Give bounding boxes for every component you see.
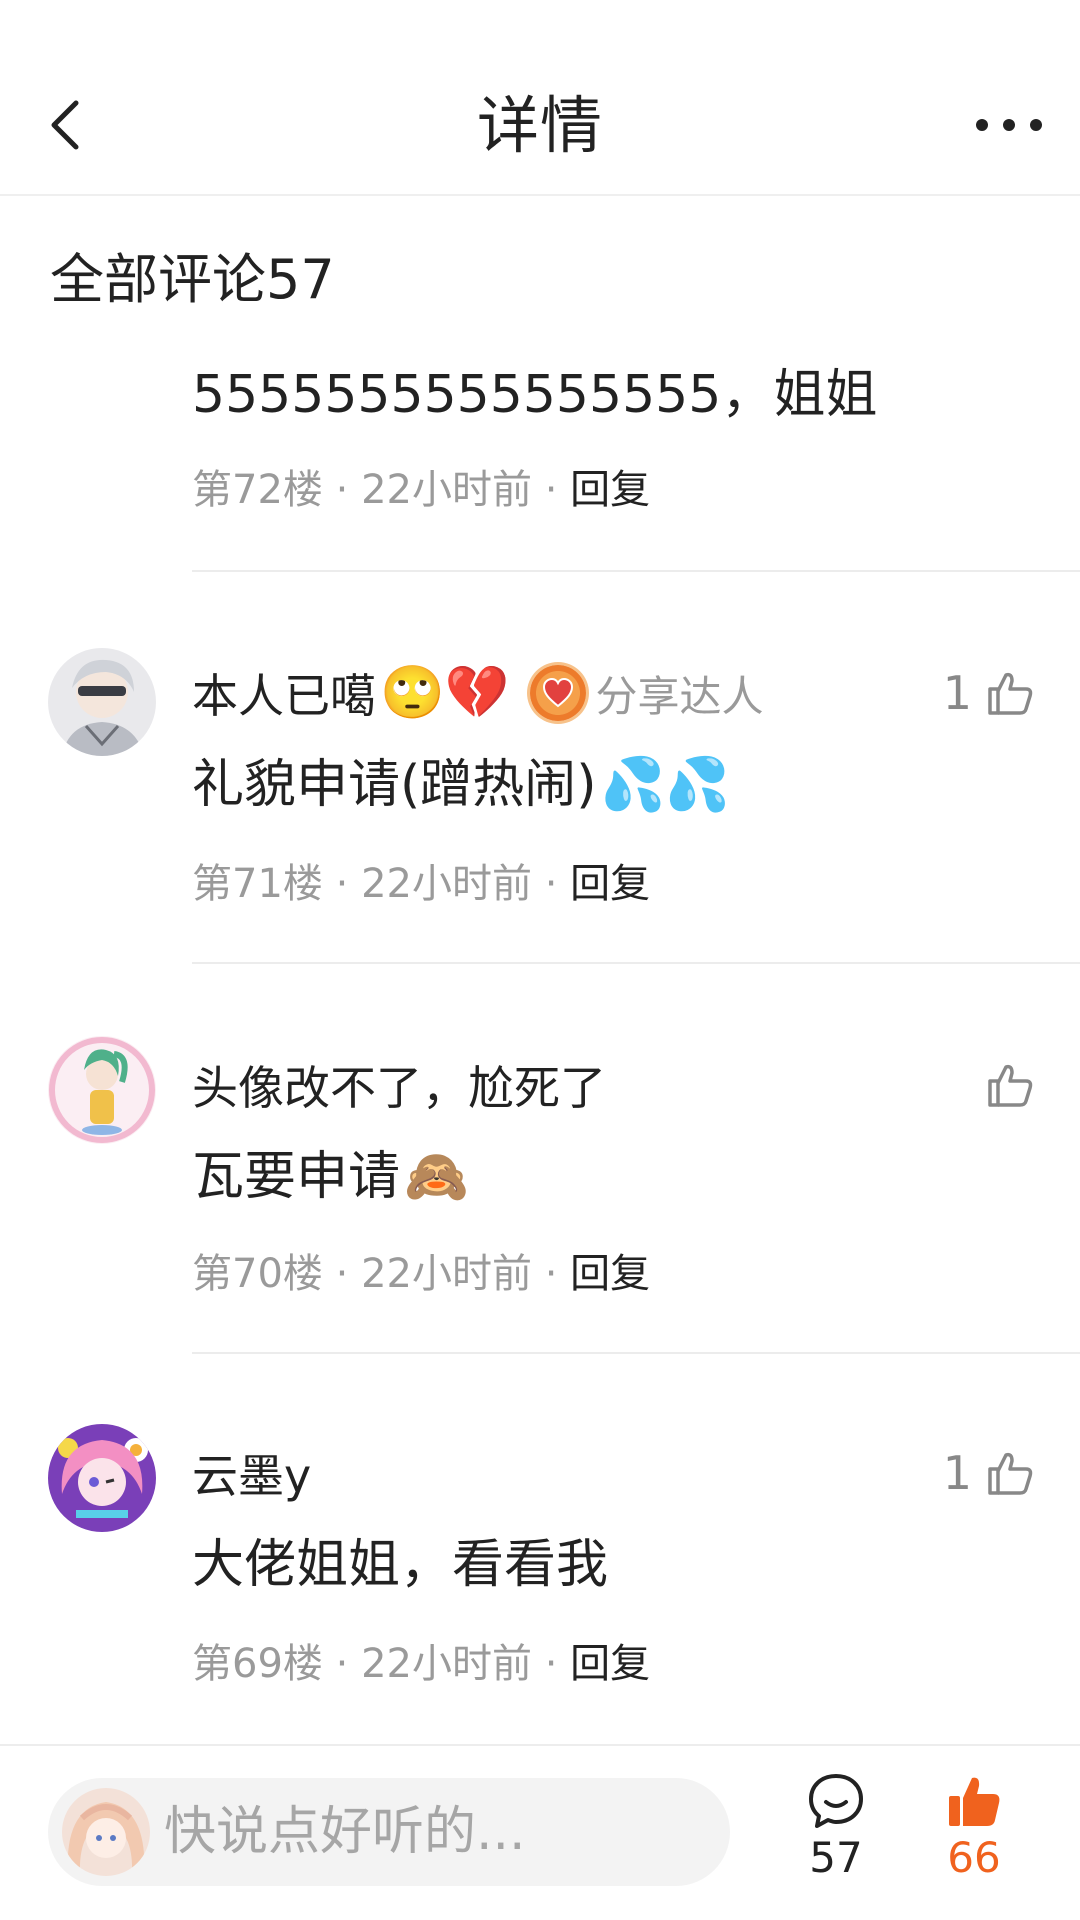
- comment-input[interactable]: 快说点好听的...: [48, 1778, 730, 1886]
- floor-label: 第71楼: [192, 861, 323, 907]
- divider: [192, 570, 1080, 572]
- floor-label: 第69楼: [192, 1641, 323, 1687]
- avatar-image: [62, 1788, 150, 1876]
- avatar-image: [48, 1036, 156, 1144]
- time-label: 22小时前: [361, 861, 532, 907]
- username[interactable]: 云墨y: [192, 1440, 311, 1506]
- comment-meta: 第72楼 · 22小时前 · 回复: [192, 467, 651, 513]
- thumbs-up-outline-icon: [988, 1064, 1033, 1107]
- heart-badge-icon: [529, 665, 586, 721]
- more-dots-icon: [976, 119, 988, 131]
- divider: [192, 962, 1080, 964]
- comment-meta: 第70楼 · 22小时前 · 回复: [192, 1251, 651, 1297]
- thumbs-up-outline-icon: [988, 672, 1033, 715]
- badge-label: 分享达人: [595, 671, 764, 721]
- username-row: 本人已噶 🙄💔 分享达人: [192, 662, 764, 724]
- thumbs-up-outline-icon: [988, 1452, 1033, 1495]
- comment-like-button[interactable]: 1: [943, 1442, 1034, 1504]
- comment-text-row: 瓦要申请🙈: [192, 1144, 469, 1210]
- like-count: 66: [947, 1833, 1001, 1882]
- bottom-action-bar: 快说点好听的... 57 66: [0, 1744, 1080, 1920]
- reply-button[interactable]: 回复: [570, 861, 650, 907]
- avatar[interactable]: [48, 1036, 156, 1144]
- comment-text: 大佬姐姐，看看我: [192, 1535, 609, 1595]
- username[interactable]: 头像改不了，尬死了: [192, 1052, 606, 1118]
- comment-emoji: 🙈: [404, 1147, 469, 1207]
- comment-text: 礼貌申请(蹭热闹): [192, 755, 597, 815]
- top-nav-bar: 详情: [0, 0, 1080, 196]
- like-count-button[interactable]: 66: [914, 1772, 1034, 1882]
- avatar-image: [48, 1424, 156, 1532]
- comment-meta: 第69楼 · 22小时前 · 回复: [192, 1641, 651, 1687]
- divider: [192, 1352, 1080, 1354]
- like-count: 1: [942, 666, 972, 720]
- user-badge[interactable]: 分享达人: [529, 663, 764, 724]
- floor-label: 第72楼: [192, 467, 323, 513]
- my-avatar: [62, 1788, 150, 1876]
- username[interactable]: 本人已噶: [192, 660, 376, 726]
- more-button[interactable]: [976, 110, 1042, 140]
- comment-text: 瓦要申请: [192, 1147, 401, 1207]
- comment-emoji: 💦💦: [600, 755, 731, 815]
- comment-text-row: 礼貌申请(蹭热闹)💦💦: [192, 752, 730, 818]
- reply-button[interactable]: 回复: [570, 467, 650, 513]
- avatar-image: [48, 648, 156, 756]
- username-emoji: 🙄💔: [380, 663, 510, 723]
- comment-like-button[interactable]: [972, 1054, 1034, 1116]
- page-title: 详情: [476, 89, 603, 162]
- comment-input-placeholder: 快说点好听的...: [164, 1802, 526, 1862]
- comment-text: 5555555555555555，姐姐: [192, 365, 878, 425]
- app-root: 详情 全部评论57 5555555555555555，姐姐 第72楼 · 22小…: [0, 0, 1080, 1920]
- time-label: 22小时前: [361, 467, 532, 513]
- all-comments-title: 全部评论57: [50, 248, 335, 311]
- time-label: 22小时前: [361, 1641, 532, 1687]
- comment-bubble-icon: [809, 1774, 863, 1828]
- comment-like-button[interactable]: 1: [943, 662, 1034, 724]
- floor-label: 第70楼: [192, 1251, 323, 1297]
- reply-button[interactable]: 回复: [570, 1251, 650, 1297]
- time-label: 22小时前: [361, 1251, 532, 1297]
- thumbs-up-filled-icon: [949, 1777, 1000, 1826]
- like-count: 1: [942, 1446, 972, 1500]
- comment-meta: 第71楼 · 22小时前 · 回复: [192, 861, 651, 907]
- comment-count-button[interactable]: 57: [776, 1772, 896, 1882]
- avatar[interactable]: [48, 648, 156, 756]
- reply-button[interactable]: 回复: [570, 1641, 650, 1687]
- avatar[interactable]: [48, 1424, 156, 1532]
- comment-count: 57: [809, 1833, 863, 1882]
- username-row: 云墨y: [192, 1442, 311, 1504]
- username-row: 头像改不了，尬死了: [192, 1054, 606, 1116]
